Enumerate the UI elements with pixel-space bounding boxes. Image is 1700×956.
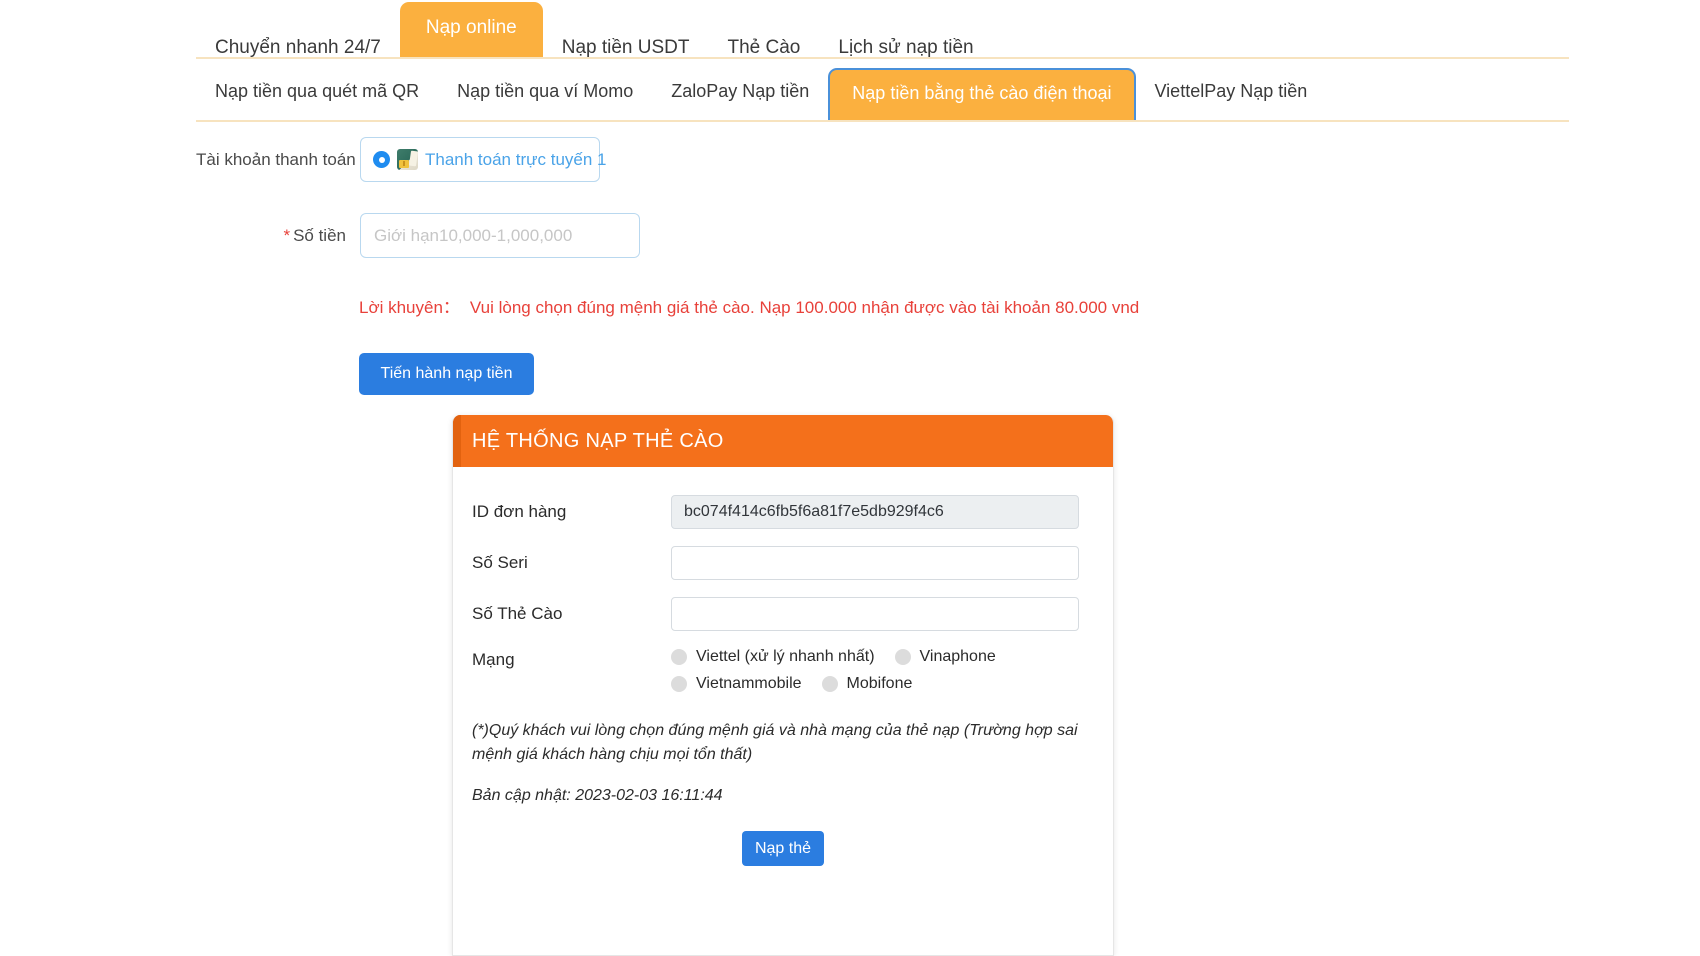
payment-account-option-label: Thanh toán trực tuyến 1: [425, 149, 607, 169]
tab-nap-qr[interactable]: Nạp tiền qua quét mã QR: [196, 82, 438, 120]
order-id-label: ID đơn hàng: [472, 502, 567, 521]
network-option-vinaphone[interactable]: Vinaphone: [894, 648, 996, 666]
tab-the-cao[interactable]: Thẻ Cào: [709, 38, 820, 57]
panel-body: ID đơn hàng Số Seri Số Thẻ Cào Mạng Viet…: [453, 467, 1113, 866]
network-radio-group: Viettel (xử lý nhanh nhất) Vinaphone Vie…: [671, 648, 1079, 702]
network-label: Mạng: [472, 650, 515, 669]
serial-label: Số Seri: [472, 553, 528, 572]
network-option-vinaphone-label: Vinaphone: [919, 648, 996, 665]
primary-tab-bar: Chuyển nhanh 24/7 Nạp online Nạp tiền US…: [196, 0, 1569, 59]
order-id-row: ID đơn hàng: [453, 495, 1113, 529]
network-option-vietnammobile-label: Vietnammobile: [696, 675, 802, 692]
card-number-input[interactable]: [671, 597, 1079, 631]
network-option-mobifone-label: Mobifone: [846, 675, 913, 692]
advice-text: Vui lòng chọn đúng mệnh giá thẻ cào. Nạp…: [469, 298, 1140, 317]
network-option-viettel[interactable]: Viettel (xử lý nhanh nhất): [671, 648, 875, 666]
radio-selected-icon[interactable]: [373, 151, 390, 168]
panel-note: (*)Quý khách vui lòng chọn đúng mệnh giá…: [472, 722, 1078, 763]
required-asterisk: *: [283, 225, 291, 245]
tab-chuyen-nhanh[interactable]: Chuyển nhanh 24/7: [196, 38, 400, 57]
amount-label-text: Số tiền: [293, 225, 346, 245]
advice-label: Lời khuyên：: [359, 298, 460, 317]
network-option-mobifone[interactable]: Mobifone: [821, 675, 913, 693]
tab-nap-tien-usdt[interactable]: Nạp tiền USDT: [543, 38, 709, 57]
tab-zalopay[interactable]: ZaloPay Nạp tiền: [652, 82, 828, 120]
network-radio-line-2: Vietnammobile Mobifone: [671, 675, 1079, 693]
network-option-vietnammobile[interactable]: Vietnammobile: [671, 675, 802, 693]
order-id-value: [671, 495, 1079, 529]
payment-account-option[interactable]: Thanh toán trực tuyến 1: [360, 137, 607, 182]
money-card-icon: [397, 149, 418, 170]
payment-account-label: Tài khoản thanh toán: [196, 149, 356, 169]
tab-the-cao-dien-thoai[interactable]: Nạp tiền bằng thẻ cào điện thoại: [828, 68, 1136, 120]
radio-unselected-icon[interactable]: [894, 649, 911, 665]
serial-input[interactable]: [671, 546, 1079, 580]
radio-unselected-icon[interactable]: [671, 649, 687, 665]
tab-nap-momo[interactable]: Nạp tiền qua ví Momo: [438, 82, 652, 120]
network-row: Mạng Viettel (xử lý nhanh nhất) Vinaphon…: [453, 648, 1113, 702]
network-radio-line-1: Viettel (xử lý nhanh nhất) Vinaphone: [671, 648, 1079, 666]
advice-message: Lời khuyên： Vui lòng chọn đúng mệnh giá t…: [359, 293, 1139, 318]
secondary-tab-bar: Nạp tiền qua quét mã QR Nạp tiền qua ví …: [196, 61, 1569, 122]
page-root: Chuyển nhanh 24/7 Nạp online Nạp tiền US…: [0, 0, 1700, 956]
panel-header: HỆ THỐNG NẠP THẺ CÀO: [453, 415, 1113, 467]
amount-input[interactable]: [360, 213, 640, 258]
amount-label: * Số tiền: [196, 226, 346, 246]
panel-updated-timestamp: Bản cập nhật: 2023-02-03 16:11:44: [472, 787, 723, 804]
radio-unselected-icon[interactable]: [671, 676, 687, 692]
radio-unselected-icon[interactable]: [821, 676, 838, 692]
network-option-viettel-label: Viettel (xử lý nhanh nhất): [696, 648, 875, 665]
tab-viettelpay[interactable]: ViettelPay Nạp tiền: [1136, 82, 1327, 120]
card-number-row: Số Thẻ Cào: [453, 597, 1113, 631]
card-number-label: Số Thẻ Cào: [472, 604, 563, 623]
proceed-topup-button[interactable]: Tiến hành nạp tiền: [359, 353, 534, 395]
panel-title: HỆ THỐNG NẠP THẺ CÀO: [472, 429, 724, 452]
tab-nap-online[interactable]: Nạp online: [399, 2, 543, 57]
tab-lich-su-nap-tien[interactable]: Lịch sử nạp tiền: [819, 38, 992, 57]
payment-account-row: Tài khoản thanh toán Thanh toán trực tuy…: [196, 137, 607, 182]
amount-row: * Số tiền: [196, 213, 640, 258]
serial-row: Số Seri: [453, 546, 1113, 580]
scratch-card-panel: HỆ THỐNG NẠP THẺ CÀO ID đơn hàng Số Seri…: [452, 415, 1114, 956]
submit-card-button[interactable]: Nạp thẻ: [742, 831, 824, 866]
panel-footer: Nạp thẻ: [453, 831, 1113, 866]
